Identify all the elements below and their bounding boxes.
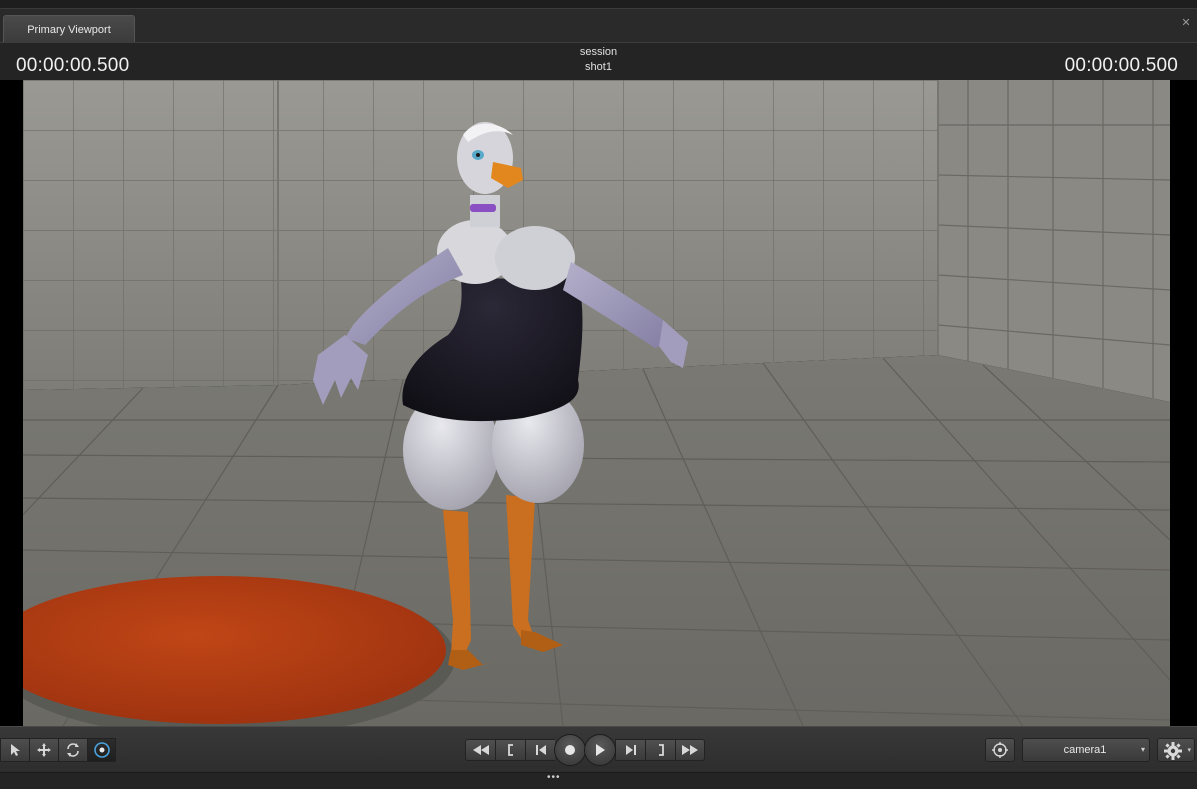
step-forward-icon [625, 745, 636, 755]
camera-target-button[interactable] [985, 738, 1015, 762]
rewind-icon [472, 745, 489, 755]
camera-dropdown[interactable]: camera1 ▾ [1022, 738, 1150, 762]
fast-forward-button[interactable] [675, 739, 705, 761]
viewport-header: 00:00:00.500 session shot1 00:00:00.500 [0, 42, 1197, 81]
viewport-frame [0, 80, 1197, 726]
camera-dropdown-value: camera1 [1063, 744, 1107, 756]
transport-controls [465, 734, 705, 766]
settings-chevron-icon: ▾ [1187, 747, 1191, 754]
rewind-button[interactable] [465, 739, 495, 761]
select-tool-button[interactable] [0, 738, 29, 762]
3d-viewport[interactable] [23, 80, 1170, 726]
mark-out-button[interactable] [645, 739, 675, 761]
mark-in-button[interactable] [495, 739, 525, 761]
play-icon [596, 744, 605, 756]
record-icon [565, 745, 575, 755]
move-tool-button[interactable] [29, 738, 58, 762]
timecode-right: 00:00:00.500 [1064, 55, 1178, 76]
session-label: session [579, 46, 618, 58]
status-strip: ••• [0, 772, 1197, 789]
mark-out-icon [658, 744, 664, 756]
step-back-icon [535, 745, 546, 755]
rotate-tool-icon [67, 743, 79, 757]
select-tool-icon [11, 744, 20, 756]
chevron-down-icon: ▾ [1140, 745, 1145, 754]
gear-icon [1164, 742, 1182, 760]
settings-button[interactable]: ▾ [1157, 738, 1195, 762]
close-icon[interactable]: ✕ [1181, 18, 1191, 29]
tool-group [0, 738, 116, 762]
tab-primary-viewport[interactable]: Primary Viewport [3, 15, 135, 43]
record-button[interactable] [554, 734, 586, 766]
move-tool-icon [37, 743, 51, 757]
resize-grip-icon[interactable]: ••• [547, 772, 561, 783]
orbit-tool-button[interactable] [87, 738, 116, 762]
session-info: session shot1 [0, 45, 1197, 75]
orbit-tool-icon [93, 742, 110, 758]
top-strip [0, 0, 1197, 9]
viewport-toolbar: camera1 ▾ ▾ [0, 726, 1197, 773]
fast-forward-icon [682, 745, 698, 755]
viewport-window: Primary Viewport ✕ 00:00:00.500 session … [0, 0, 1197, 789]
rotate-tool-button[interactable] [58, 738, 87, 762]
mark-in-icon [507, 744, 513, 756]
step-forward-button[interactable] [615, 739, 645, 761]
tab-label: Primary Viewport [27, 23, 111, 36]
shot-label: shot1 [585, 61, 612, 73]
crosshair-icon [992, 742, 1008, 758]
scene-render [23, 80, 1170, 726]
tab-bar: Primary Viewport ✕ [0, 9, 1197, 43]
step-back-button[interactable] [525, 739, 555, 761]
play-button[interactable] [584, 734, 616, 766]
